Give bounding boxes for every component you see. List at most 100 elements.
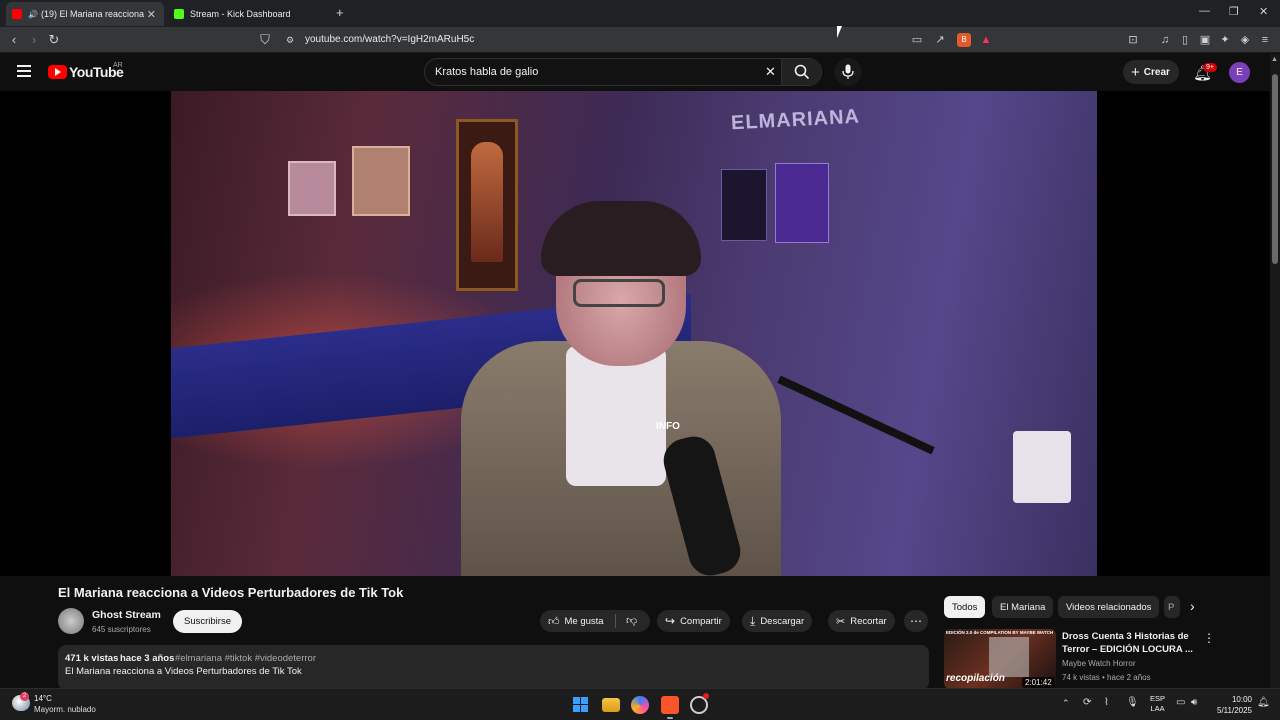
- scrollbar-thumb[interactable]: [1272, 74, 1278, 264]
- like-button[interactable]: Me gusta: [565, 616, 604, 627]
- clock-time: 10:00: [1231, 695, 1252, 704]
- share-icon[interactable]: ↗: [933, 33, 947, 47]
- tab-title: Stream - Kick Dashboard: [190, 9, 291, 19]
- thumbs-down-icon[interactable]: 👎︎: [626, 614, 637, 627]
- thumbs-up-icon[interactable]: 👍︎: [548, 615, 560, 628]
- vpn-icon[interactable]: ◈: [1238, 33, 1252, 47]
- channel-avatar[interactable]: [58, 608, 84, 634]
- volume-icon[interactable]: 🔊︎: [1191, 697, 1197, 708]
- cast-icon[interactable]: ▭: [910, 33, 924, 47]
- person-hair: [541, 201, 701, 276]
- youtube-logo-icon[interactable]: [48, 65, 67, 79]
- start-windows-icon[interactable]: [572, 696, 590, 714]
- search-box[interactable]: Kratos habla de galio ✕: [424, 58, 822, 86]
- wall-plaque: [352, 146, 410, 216]
- minimize-icon[interactable]: —: [1199, 5, 1210, 17]
- bookmark-icon[interactable]: ⛉: [257, 32, 273, 48]
- weather-desc[interactable]: Mayorm. nublado: [34, 705, 96, 714]
- clock[interactable]: 10:00 5/11/2025: [1210, 694, 1252, 716]
- channel-name[interactable]: Ghost Stream: [92, 609, 161, 621]
- chip-el-mariana[interactable]: El Mariana: [992, 596, 1054, 618]
- youtube-header: YouTube AR Kratos habla de galio ✕ + Cre…: [0, 54, 1270, 91]
- hamburger-menu-icon[interactable]: [17, 65, 31, 77]
- chip-partial[interactable]: P: [1164, 596, 1180, 618]
- related-channel[interactable]: Maybe Watch Horror: [1062, 659, 1136, 668]
- create-button[interactable]: + Crear: [1123, 60, 1179, 84]
- download-button[interactable]: ⤓ Descargar: [742, 610, 813, 632]
- language-indicator[interactable]: ESP LAA: [1150, 694, 1165, 714]
- brave-rewards-icon[interactable]: ▲: [979, 33, 993, 47]
- mic-tray-icon[interactable]: 🎙︎: [1126, 697, 1139, 708]
- file-explorer-icon[interactable]: [602, 698, 620, 712]
- reload-icon[interactable]: ↻: [46, 32, 62, 48]
- screenshot-icon[interactable]: ⊡: [1126, 33, 1140, 47]
- framed-poster: [456, 119, 518, 291]
- thumbnail-photo: [989, 637, 1029, 677]
- more-actions-icon[interactable]: ⋯: [904, 610, 928, 632]
- display-icon[interactable]: ▭: [1176, 697, 1185, 708]
- weather-badge: 2: [20, 692, 29, 701]
- page-scrollbar[interactable]: ▲: [1270, 54, 1280, 688]
- voice-search-button[interactable]: [834, 58, 862, 86]
- thumbnail-bottom-text: recopilación: [946, 673, 1005, 684]
- close-window-icon[interactable]: ✕: [1259, 5, 1268, 18]
- forward-icon[interactable]: ›: [26, 32, 42, 48]
- clip-button[interactable]: ✂ Recortar: [828, 610, 895, 632]
- scissors-icon: ✂: [836, 615, 846, 628]
- upload-age: hace 3 años: [120, 653, 175, 664]
- menu-icon[interactable]: ≡: [1258, 33, 1272, 47]
- like-dislike-group: 👍︎ Me gusta 👎︎: [540, 610, 650, 632]
- chip-videos-relacionados[interactable]: Videos relacionados: [1058, 596, 1160, 618]
- kick-favicon-icon: [174, 9, 184, 19]
- wall-plaque: [288, 161, 336, 216]
- brave-shield-icon[interactable]: B: [957, 33, 971, 47]
- related-title[interactable]: Dross Cuenta 3 Historias de Terror – EDI…: [1062, 630, 1193, 656]
- new-tab-icon[interactable]: +: [336, 5, 344, 20]
- sidebar-icon[interactable]: ▯: [1178, 33, 1192, 47]
- copilot-icon[interactable]: [631, 696, 649, 714]
- subscribe-button[interactable]: Suscribirse: [173, 610, 242, 633]
- tray-overflow-icon[interactable]: ⌃: [1062, 698, 1070, 709]
- notification-center-icon[interactable]: 🔔︎: [1257, 697, 1270, 708]
- vest-logo: INFO: [656, 421, 680, 432]
- share-button[interactable]: ↪ Compartir: [657, 610, 730, 632]
- site-settings-icon[interactable]: ⚙: [282, 32, 298, 48]
- hashtags[interactable]: #elmariana #tiktok #videodeterror: [175, 653, 316, 664]
- restore-icon[interactable]: ❐: [1229, 5, 1239, 18]
- clip-label: Recortar: [850, 615, 887, 627]
- related-thumbnail[interactable]: EDICIÓN 2.0 de COMPILATION BY MAYBE WATC…: [944, 629, 1056, 689]
- search-button[interactable]: [781, 59, 821, 85]
- sync-icon[interactable]: ⟳: [1083, 697, 1091, 708]
- download-label: Descargar: [760, 615, 805, 627]
- scroll-up-icon[interactable]: ▲: [1271, 56, 1278, 63]
- avatar[interactable]: E: [1229, 62, 1250, 83]
- tab-close-icon[interactable]: ✕: [147, 8, 156, 21]
- media-icon[interactable]: ♫: [1158, 33, 1172, 47]
- search-input[interactable]: Kratos habla de galio: [435, 66, 538, 78]
- chips-next-icon[interactable]: ›: [1190, 598, 1195, 614]
- related-more-icon[interactable]: ⋮: [1203, 631, 1215, 645]
- back-icon[interactable]: ‹: [6, 32, 22, 48]
- leo-icon[interactable]: ✦: [1218, 33, 1232, 47]
- brave-browser-icon[interactable]: [661, 696, 679, 714]
- weather-temp[interactable]: 14°C: [34, 694, 52, 703]
- duration-badge: 2:01:42: [1022, 677, 1055, 688]
- wallet-icon[interactable]: ▣: [1198, 33, 1212, 47]
- network-off-icon[interactable]: ⌇: [1104, 697, 1109, 708]
- tiktok-poster: [721, 169, 767, 241]
- description-box[interactable]: 471 k vistas hace 3 años #elmariana #tik…: [58, 645, 929, 690]
- search-icon: [794, 64, 810, 80]
- tab-kick[interactable]: Stream - Kick Dashboard: [168, 2, 328, 26]
- twitch-poster: [775, 163, 829, 243]
- url-field[interactable]: youtube.com/watch?v=IgH2mARuH5c: [305, 34, 474, 45]
- clear-search-icon[interactable]: ✕: [765, 64, 776, 80]
- youtube-favicon-icon: [12, 9, 22, 19]
- video-frame[interactable]: ELMARIANA INFO: [171, 91, 1097, 576]
- create-label: Crear: [1143, 66, 1170, 78]
- video-player[interactable]: ELMARIANA INFO: [0, 91, 1270, 576]
- microphone-icon: [842, 64, 854, 79]
- view-count: 471 k vistas: [65, 653, 119, 664]
- tab-youtube[interactable]: 🔊 (19) El Mariana reacciona a V ✕: [6, 2, 164, 26]
- chip-todos[interactable]: Todos: [944, 596, 986, 618]
- active-app-indicator: [667, 717, 673, 719]
